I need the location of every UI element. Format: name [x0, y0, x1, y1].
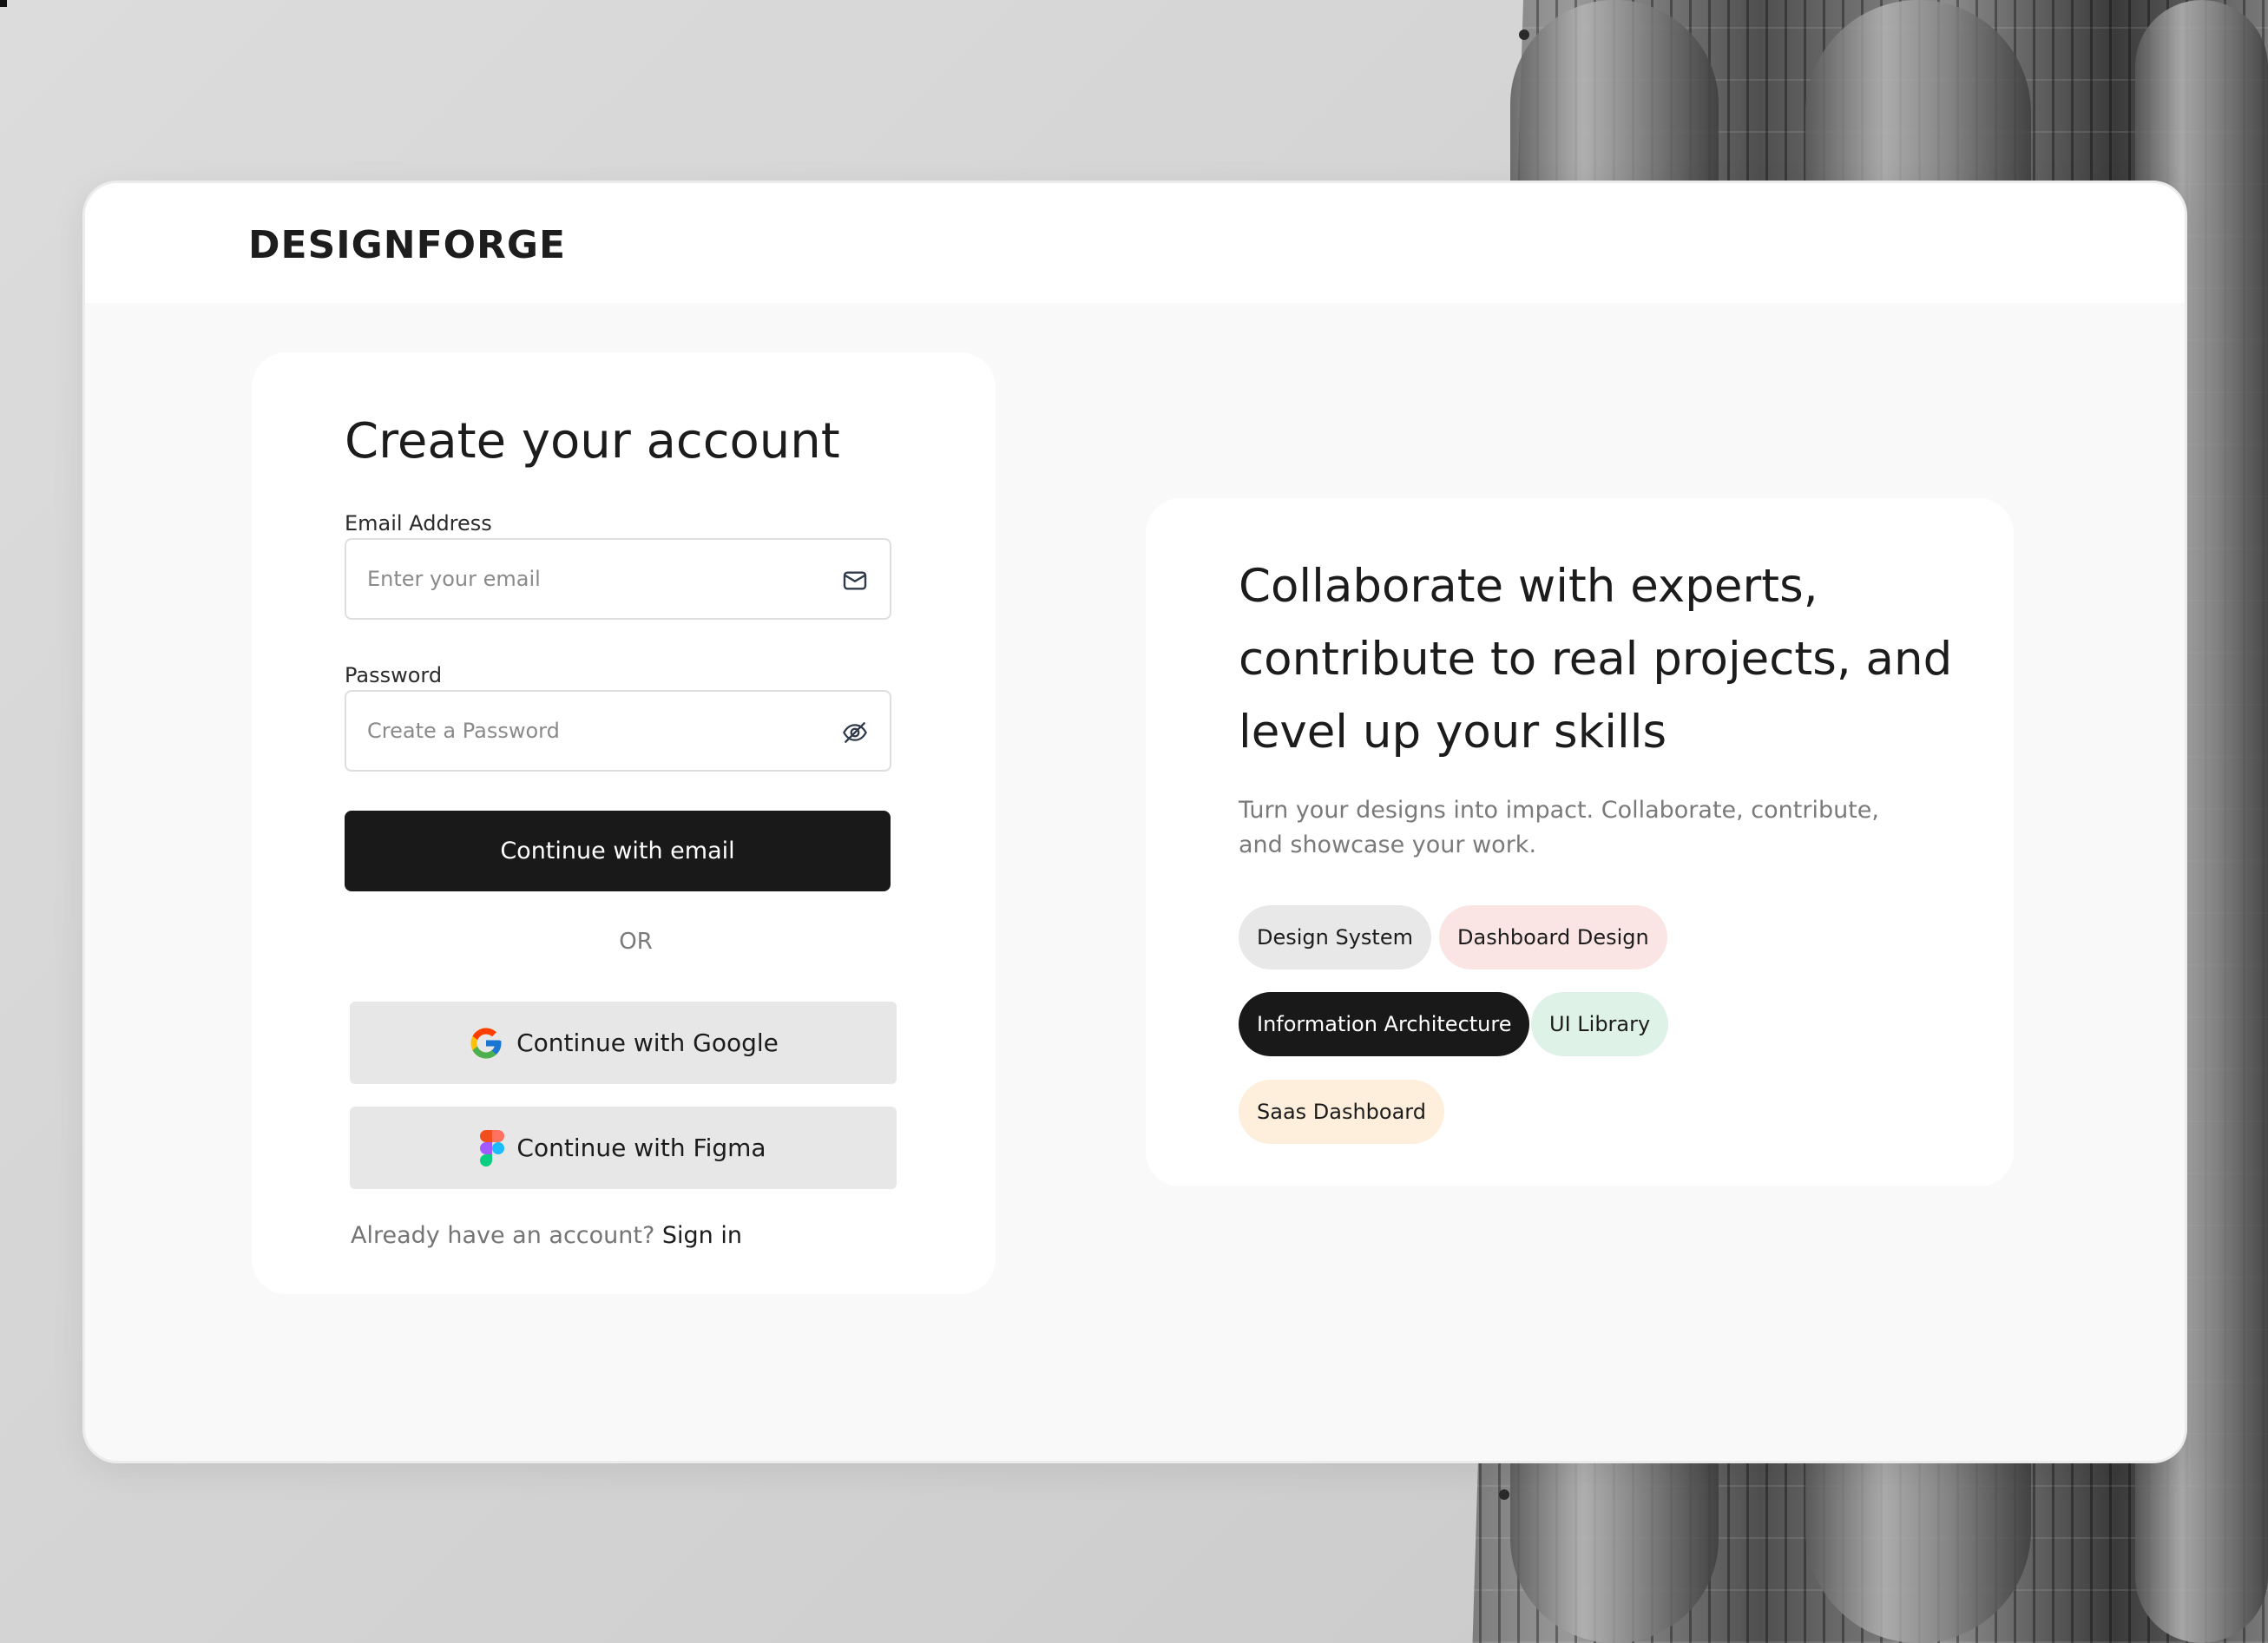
info-headline: Collaborate with experts, contribute to … [1239, 560, 1953, 759]
google-button-label: Continue with Google [516, 1029, 779, 1057]
continue-with-figma-button[interactable]: Continue with Figma [350, 1107, 897, 1189]
tag-chip[interactable]: Design System [1239, 905, 1431, 969]
background-dot [1499, 1489, 1509, 1500]
tag-chip[interactable]: Saas Dashboard [1239, 1080, 1444, 1144]
password-field[interactable] [367, 692, 818, 770]
tag-chip[interactable]: Dashboard Design [1439, 905, 1667, 969]
email-label: Email Address [345, 511, 492, 536]
signup-window: DESIGNFORGE Create your account Email Ad… [82, 181, 2187, 1463]
google-icon [470, 1028, 502, 1058]
signin-prompt-text: Already have an account? [351, 1222, 655, 1249]
password-label: Password [345, 663, 443, 687]
eye-off-icon[interactable] [841, 719, 869, 746]
email-field[interactable] [367, 540, 818, 618]
sign-in-link[interactable]: Sign in [662, 1222, 742, 1249]
info-subtext: Turn your designs into impact. Collabora… [1239, 797, 1880, 858]
background-dot [1519, 30, 1529, 40]
corner-mark [0, 0, 7, 7]
email-field-wrapper [345, 538, 891, 620]
signup-form-card: Create your account Email Address Passwo… [252, 352, 996, 1294]
figma-icon [480, 1129, 505, 1167]
top-bar: DESIGNFORGE [85, 183, 2185, 303]
tag-chip[interactable]: Information Architecture [1239, 992, 1530, 1056]
brand-logo[interactable]: DESIGNFORGE [248, 223, 566, 267]
mail-icon [843, 571, 867, 590]
or-divider: OR [619, 929, 653, 955]
info-card: Collaborate with experts, contribute to … [1146, 498, 2014, 1186]
figma-button-label: Continue with Figma [516, 1134, 766, 1162]
form-title: Create your account [345, 413, 840, 470]
signin-prompt: Already have an account? Sign in [351, 1222, 742, 1249]
tag-chip[interactable]: UI Library [1531, 992, 1669, 1056]
continue-with-email-button[interactable]: Continue with email [345, 811, 891, 891]
continue-with-google-button[interactable]: Continue with Google [350, 1002, 897, 1084]
password-field-wrapper [345, 690, 891, 772]
